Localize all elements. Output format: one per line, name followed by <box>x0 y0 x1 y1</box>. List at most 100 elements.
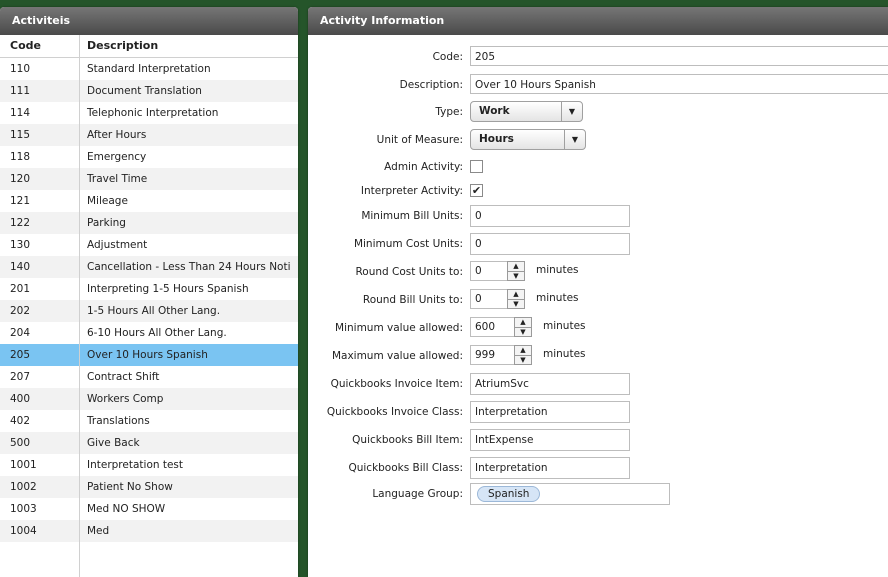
column-header-code[interactable]: Code <box>0 35 80 57</box>
minimum-value-row: Minimum value allowed: 600 ▲ ▼ minutes <box>308 317 888 339</box>
activities-panel: Activiteis Code Description 110 Standard … <box>0 7 298 577</box>
table-row[interactable]: 122 Parking <box>0 212 298 234</box>
minimum-value-spinner: ▲ ▼ <box>514 317 532 337</box>
table-row[interactable]: 1002 Patient No Show <box>0 476 298 498</box>
chevron-down-icon[interactable]: ▼ <box>561 102 582 121</box>
qb-bill-class-field[interactable]: Interpretation <box>470 457 630 479</box>
qb-bill-class-row: Quickbooks Bill Class: Interpretation <box>308 457 888 479</box>
table-row[interactable]: 1003 Med NO SHOW <box>0 498 298 520</box>
row-code-cell: 205 <box>0 344 80 366</box>
minimum-value-input[interactable]: 600 <box>470 317 515 337</box>
maximum-value-spinner: ▲ ▼ <box>514 345 532 365</box>
table-row[interactable]: 114 Telephonic Interpretation <box>0 102 298 124</box>
arrow-down-icon[interactable]: ▼ <box>515 356 531 365</box>
table-row[interactable]: 120 Travel Time <box>0 168 298 190</box>
maximum-value-input[interactable]: 999 <box>470 345 515 365</box>
round-bill-units-spinner: ▲ ▼ <box>507 289 525 309</box>
table-row[interactable]: 115 After Hours <box>0 124 298 146</box>
round-cost-units-row: Round Cost Units to: 0 ▲ ▼ minutes <box>308 261 888 283</box>
table-row[interactable]: 204 6-10 Hours All Other Lang. <box>0 322 298 344</box>
language-group-row: Language Group: Spanish <box>308 483 888 505</box>
description-field[interactable]: Over 10 Hours Spanish <box>470 74 888 94</box>
row-description-cell: Patient No Show <box>87 481 173 493</box>
row-code-cell: 140 <box>0 256 80 278</box>
type-select[interactable]: Work ▼ <box>470 101 583 122</box>
table-row[interactable]: 121 Mileage <box>0 190 298 212</box>
arrow-down-icon[interactable]: ▼ <box>508 300 524 309</box>
description-row: Description: Over 10 Hours Spanish <box>308 74 888 96</box>
minimum-cost-units-field[interactable]: 0 <box>470 233 630 255</box>
arrow-down-icon[interactable]: ▼ <box>508 272 524 281</box>
qb-bill-item-row: Quickbooks Bill Item: IntExpense <box>308 429 888 451</box>
row-code-cell: 120 <box>0 168 80 190</box>
table-row[interactable]: 201 Interpreting 1-5 Hours Spanish <box>0 278 298 300</box>
row-code-cell: 111 <box>0 80 80 102</box>
table-row[interactable]: 400 Workers Comp <box>0 388 298 410</box>
admin-activity-checkbox[interactable] <box>470 160 483 173</box>
table-row[interactable]: 205 Over 10 Hours Spanish <box>0 344 298 366</box>
table-row[interactable]: 140 Cancellation - Less Than 24 Hours Not… <box>0 256 298 278</box>
round-bill-units-input[interactable]: 0 <box>470 289 508 309</box>
arrow-up-icon[interactable]: ▲ <box>508 262 524 272</box>
row-description-cell: Give Back <box>87 437 140 449</box>
unit-of-measure-select[interactable]: Hours ▼ <box>470 129 586 150</box>
chevron-down-icon[interactable]: ▼ <box>564 130 585 149</box>
row-code-cell: 122 <box>0 212 80 234</box>
row-description-cell: Workers Comp <box>87 393 164 405</box>
unit-of-measure-value: Hours <box>479 133 514 145</box>
code-field[interactable]: 205 <box>470 46 888 66</box>
language-tag[interactable]: Spanish <box>477 486 541 502</box>
row-code-cell: 207 <box>0 366 80 388</box>
round-cost-units-label: Round Cost Units to: <box>355 266 463 278</box>
admin-activity-label: Admin Activity: <box>384 161 463 173</box>
arrow-up-icon[interactable]: ▲ <box>508 290 524 300</box>
table-row[interactable]: 207 Contract Shift <box>0 366 298 388</box>
table-row[interactable]: 111 Document Translation <box>0 80 298 102</box>
row-code-cell: 402 <box>0 410 80 432</box>
round-cost-units-input[interactable]: 0 <box>470 261 508 281</box>
row-description-cell: Adjustment <box>87 239 148 251</box>
unit-of-measure-label: Unit of Measure: <box>376 134 463 146</box>
admin-activity-row: Admin Activity: <box>308 156 888 178</box>
minimum-value-label: Minimum value allowed: <box>335 322 463 334</box>
table-row[interactable]: 130 Adjustment <box>0 234 298 256</box>
language-group-field[interactable]: Spanish <box>470 483 670 505</box>
table-row[interactable]: 500 Give Back <box>0 432 298 454</box>
interpreter-activity-checkbox[interactable]: ✔ <box>470 184 483 197</box>
qb-bill-item-label: Quickbooks Bill Item: <box>352 434 463 446</box>
minimum-bill-units-row: Minimum Bill Units: 0 <box>308 205 888 227</box>
table-row[interactable]: 1001 Interpretation test <box>0 454 298 476</box>
row-description-cell: Contract Shift <box>87 371 160 383</box>
qb-bill-item-field[interactable]: IntExpense <box>470 429 630 451</box>
qb-invoice-class-field[interactable]: Interpretation <box>470 401 630 423</box>
row-code-cell: 1003 <box>0 498 80 520</box>
table-row[interactable]: 402 Translations <box>0 410 298 432</box>
qb-invoice-item-label: Quickbooks Invoice Item: <box>330 378 463 390</box>
activity-information-panel: Activity Information Code: 205 Descripti… <box>308 7 888 577</box>
row-description-cell: 6-10 Hours All Other Lang. <box>87 327 227 339</box>
row-description-cell: Mileage <box>87 195 128 207</box>
qb-bill-class-label: Quickbooks Bill Class: <box>348 462 463 474</box>
arrow-up-icon[interactable]: ▲ <box>515 346 531 356</box>
arrow-down-icon[interactable]: ▼ <box>515 328 531 337</box>
qb-invoice-item-row: Quickbooks Invoice Item: AtriumSvc <box>308 373 888 395</box>
row-description-cell: Med <box>87 525 110 537</box>
table-row[interactable]: 1004 Med <box>0 520 298 542</box>
row-description-cell: Standard Interpretation <box>87 63 211 75</box>
maximum-value-unit: minutes <box>543 348 586 360</box>
column-header-description[interactable]: Description <box>80 35 298 57</box>
row-description-cell: After Hours <box>87 129 147 141</box>
minimum-bill-units-field[interactable]: 0 <box>470 205 630 227</box>
grid-empty-area <box>0 542 298 577</box>
code-label: Code: <box>432 51 463 63</box>
row-code-cell: 118 <box>0 146 80 168</box>
table-row[interactable]: 118 Emergency <box>0 146 298 168</box>
row-code-cell: 110 <box>0 58 80 80</box>
grid-empty-code-cell <box>0 542 80 577</box>
row-description-cell: Cancellation - Less Than 24 Hours Noti <box>87 261 291 273</box>
row-code-cell: 121 <box>0 190 80 212</box>
table-row[interactable]: 202 1-5 Hours All Other Lang. <box>0 300 298 322</box>
table-row[interactable]: 110 Standard Interpretation <box>0 58 298 80</box>
arrow-up-icon[interactable]: ▲ <box>515 318 531 328</box>
qb-invoice-item-field[interactable]: AtriumSvc <box>470 373 630 395</box>
